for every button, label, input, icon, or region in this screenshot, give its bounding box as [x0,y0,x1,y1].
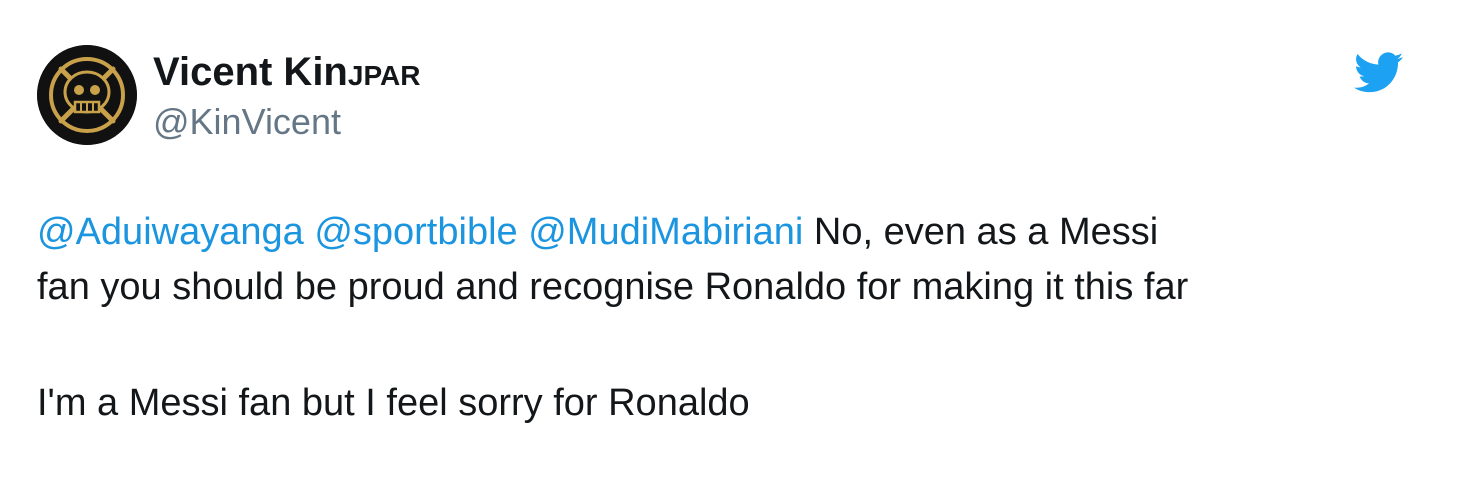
mention-link[interactable]: @MudiMabiriani [528,211,803,253]
tweet-card: Vicent KinJPAR @KinVicent @Aduiwayanga @… [0,0,1460,500]
mention-link[interactable]: @sportbible [314,211,517,253]
tweet-text-line2: fan you should be proud and recognise Ro… [37,266,1189,308]
author-display-name[interactable]: Vicent KinJPAR [153,48,421,100]
avatar[interactable] [37,45,137,145]
tweet-text-line1: No, even as a Messi [813,211,1159,253]
display-name-suffix: JPAR [347,60,421,91]
tweet-text-paragraph2: I'm a Messi fan but I feel sorry for Ron… [37,382,750,424]
twitter-logo [1354,52,1404,93]
display-name-text: Vicent Kin [153,50,348,94]
avatar-icon [37,45,137,145]
tweet-text: @Aduiwayanga @sportbible @MudiMabiriani … [37,205,1437,315]
twitter-bird-icon[interactable] [1354,52,1404,94]
author-handle[interactable]: @KinVicent [153,100,341,144]
mention-link[interactable]: @Aduiwayanga [37,211,304,253]
